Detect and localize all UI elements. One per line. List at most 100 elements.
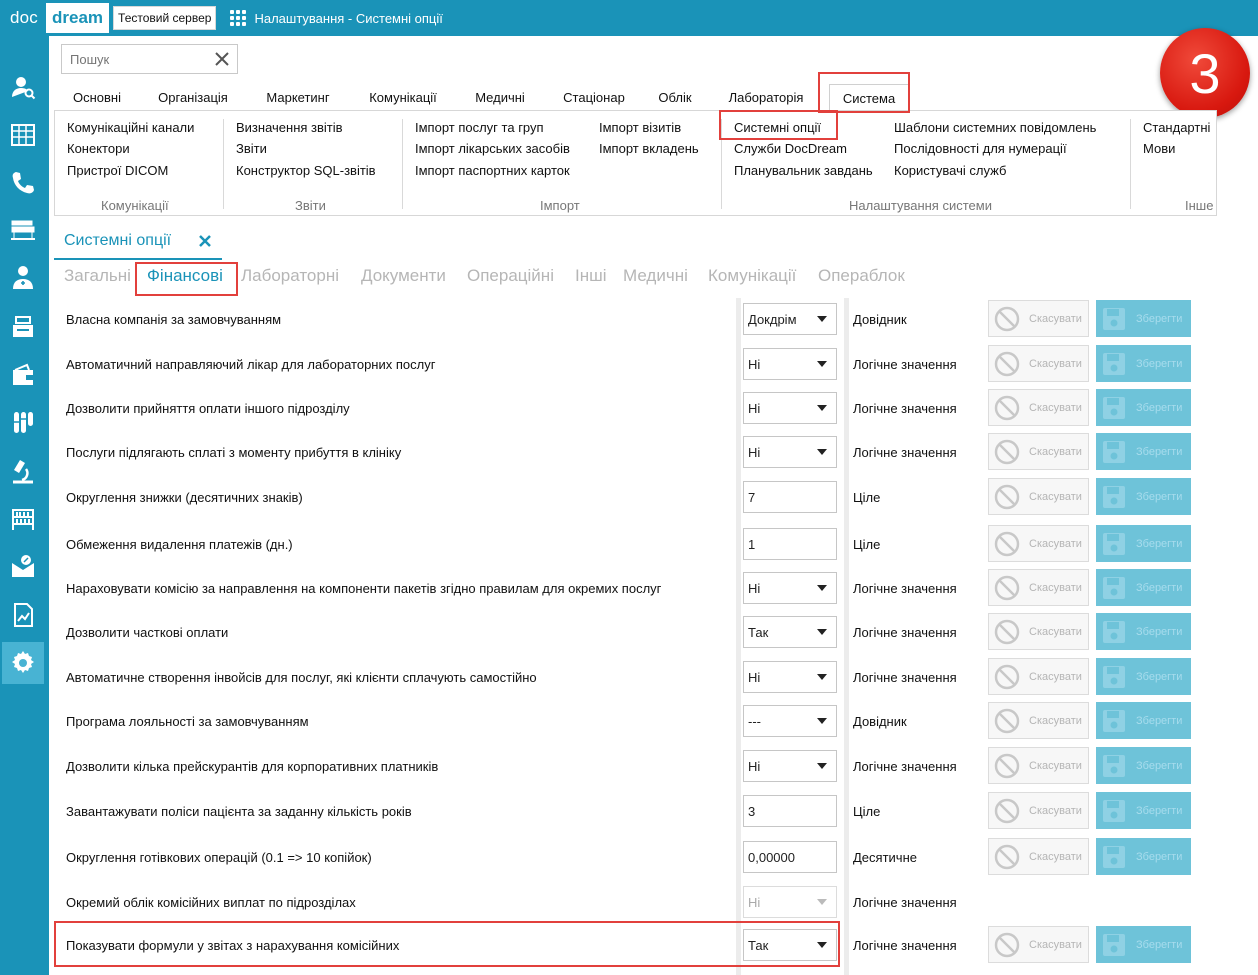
- subtab-documents[interactable]: Документи: [361, 266, 446, 286]
- subtab-other[interactable]: Інші: [575, 266, 607, 286]
- tab-system[interactable]: Система: [829, 84, 909, 110]
- setting-value-dropdown[interactable]: Ні: [743, 661, 837, 693]
- save-button[interactable]: Зберегти: [1096, 702, 1191, 739]
- setting-value-dropdown[interactable]: Ні: [743, 750, 837, 782]
- setting-value-dropdown[interactable]: Так: [743, 929, 837, 961]
- ribbon-item-message-templates[interactable]: Шаблони системних повідомлень: [894, 120, 1096, 135]
- tab-laboratory[interactable]: Лабораторія: [723, 84, 809, 110]
- ribbon-item-languages[interactable]: Мови: [1143, 141, 1175, 156]
- save-button[interactable]: Зберегти: [1096, 345, 1191, 382]
- search-input[interactable]: [62, 45, 212, 73]
- tab-accounting[interactable]: Облік: [653, 84, 697, 110]
- ribbon-item-import-drugs[interactable]: Імпорт лікарських засобів: [415, 141, 570, 156]
- tab-medical[interactable]: Медичні: [467, 84, 533, 110]
- doctor-icon[interactable]: [2, 256, 44, 298]
- setting-value-dropdown[interactable]: Докдрім: [743, 303, 837, 335]
- ribbon-item-connectors[interactable]: Конектори: [67, 141, 130, 156]
- save-button[interactable]: Зберегти: [1096, 300, 1191, 337]
- save-button[interactable]: Зберегти: [1096, 792, 1191, 829]
- server-badge[interactable]: Тестовий сервер: [113, 6, 217, 30]
- cancel-button[interactable]: Скасувати: [988, 838, 1089, 875]
- cancel-button[interactable]: Скасувати: [988, 478, 1089, 515]
- microscope-icon[interactable]: [2, 450, 44, 492]
- tab-organization[interactable]: Організація: [150, 84, 236, 110]
- cash-register-icon[interactable]: [2, 306, 44, 348]
- hospital-bed-icon[interactable]: [2, 208, 44, 250]
- ribbon-item-numbering-sequences[interactable]: Послідовності для нумерації: [894, 141, 1067, 156]
- ribbon-item-dicom[interactable]: Пристрої DICOM: [67, 163, 168, 178]
- ribbon-item-service-users[interactable]: Користувачі служб: [894, 163, 1006, 178]
- document-tab[interactable]: Системні опції: [54, 224, 222, 260]
- setting-value-input[interactable]: 7: [743, 481, 837, 513]
- cancel-button[interactable]: Скасувати: [988, 525, 1089, 562]
- ribbon-item-system-options[interactable]: Системні опції: [734, 120, 821, 135]
- cancel-button[interactable]: Скасувати: [988, 926, 1089, 963]
- clear-search-icon[interactable]: [213, 50, 231, 68]
- wallet-icon[interactable]: [2, 354, 44, 396]
- tab-marketing[interactable]: Маркетинг: [259, 84, 337, 110]
- tab-communications[interactable]: Комунікації: [361, 84, 445, 110]
- warehouse-icon[interactable]: [2, 498, 44, 540]
- ribbon-item-import-cards[interactable]: Імпорт паспортних карток: [415, 163, 570, 178]
- save-button[interactable]: Зберегти: [1096, 433, 1191, 470]
- close-icon[interactable]: [197, 233, 213, 249]
- subtab-laboratory[interactable]: Лабораторні: [241, 266, 339, 286]
- ribbon-item-reports[interactable]: Звіти: [236, 141, 267, 156]
- save-button[interactable]: Зберегти: [1096, 658, 1191, 695]
- save-button[interactable]: Зберегти: [1096, 478, 1191, 515]
- ribbon-item-task-scheduler[interactable]: Планувальник завдань: [734, 163, 873, 178]
- cancel-button[interactable]: Скасувати: [988, 747, 1089, 784]
- setting-value-dropdown[interactable]: Ні: [743, 572, 837, 604]
- setting-value-dropdown[interactable]: ---: [743, 705, 837, 737]
- ribbon-item-comm-channels[interactable]: Комунікаційні канали: [67, 120, 194, 135]
- save-button[interactable]: Зберегти: [1096, 389, 1191, 426]
- ribbon-item-docdream-services[interactable]: Служби DocDream: [734, 141, 847, 156]
- cancel-button[interactable]: Скасувати: [988, 613, 1089, 650]
- ribbon-item-standard[interactable]: Стандартні: [1143, 120, 1210, 135]
- apps-grid-icon[interactable]: [230, 10, 247, 26]
- phone-icon[interactable]: [2, 162, 44, 204]
- setting-value-dropdown[interactable]: Так: [743, 616, 837, 648]
- setting-value-dropdown[interactable]: Ні: [743, 348, 837, 380]
- subtab-operational[interactable]: Операційні: [467, 266, 554, 286]
- cancel-button[interactable]: Скасувати: [988, 433, 1089, 470]
- calendar-grid-icon[interactable]: [2, 114, 44, 156]
- cancel-button[interactable]: Скасувати: [988, 569, 1089, 606]
- cancel-button[interactable]: Скасувати: [988, 792, 1089, 829]
- save-button[interactable]: Зберегти: [1096, 525, 1191, 562]
- setting-value-input[interactable]: 0,00000: [743, 841, 837, 873]
- tab-inpatient[interactable]: Стаціонар: [555, 84, 633, 110]
- save-button[interactable]: Зберегти: [1096, 569, 1191, 606]
- cancel-button[interactable]: Скасувати: [988, 658, 1089, 695]
- subtab-operating-block[interactable]: Операблок: [818, 266, 905, 286]
- save-button[interactable]: Зберегти: [1096, 747, 1191, 784]
- subtab-general[interactable]: Загальні: [64, 266, 131, 286]
- test-tubes-icon[interactable]: [2, 402, 44, 444]
- cancel-button[interactable]: Скасувати: [988, 300, 1089, 337]
- cancel-label: Скасувати: [1029, 625, 1082, 638]
- save-button[interactable]: Зберегти: [1096, 613, 1191, 650]
- user-search-icon[interactable]: [2, 66, 44, 108]
- subtab-medical[interactable]: Медичні: [623, 266, 688, 286]
- subtab-financial[interactable]: Фінансові: [147, 266, 223, 286]
- cancel-button[interactable]: Скасувати: [988, 345, 1089, 382]
- setting-value-dropdown[interactable]: Ні: [743, 436, 837, 468]
- tab-main[interactable]: Основні: [61, 84, 133, 110]
- save-button[interactable]: Зберегти: [1096, 926, 1191, 963]
- gear-icon[interactable]: [2, 642, 44, 684]
- report-icon[interactable]: [2, 594, 44, 636]
- ribbon-item-report-definitions[interactable]: Визначення звітів: [236, 120, 343, 135]
- ribbon-item-import-attachments[interactable]: Імпорт вкладень: [599, 141, 699, 156]
- ribbon-item-import-visits[interactable]: Імпорт візитів: [599, 120, 681, 135]
- setting-value-dropdown[interactable]: Ні: [743, 392, 837, 424]
- ribbon-item-sql-builder[interactable]: Конструктор SQL-звітів: [236, 163, 376, 178]
- ribbon-item-import-services[interactable]: Імпорт послуг та груп: [415, 120, 544, 135]
- subtab-communications[interactable]: Комунікації: [708, 266, 796, 286]
- setting-value-input[interactable]: 3: [743, 795, 837, 827]
- save-button[interactable]: Зберегти: [1096, 838, 1191, 875]
- discount-envelope-icon[interactable]: [2, 546, 44, 588]
- chevron-down-icon: [817, 629, 827, 635]
- setting-value-input[interactable]: 1: [743, 528, 837, 560]
- cancel-button[interactable]: Скасувати: [988, 389, 1089, 426]
- cancel-button[interactable]: Скасувати: [988, 702, 1089, 739]
